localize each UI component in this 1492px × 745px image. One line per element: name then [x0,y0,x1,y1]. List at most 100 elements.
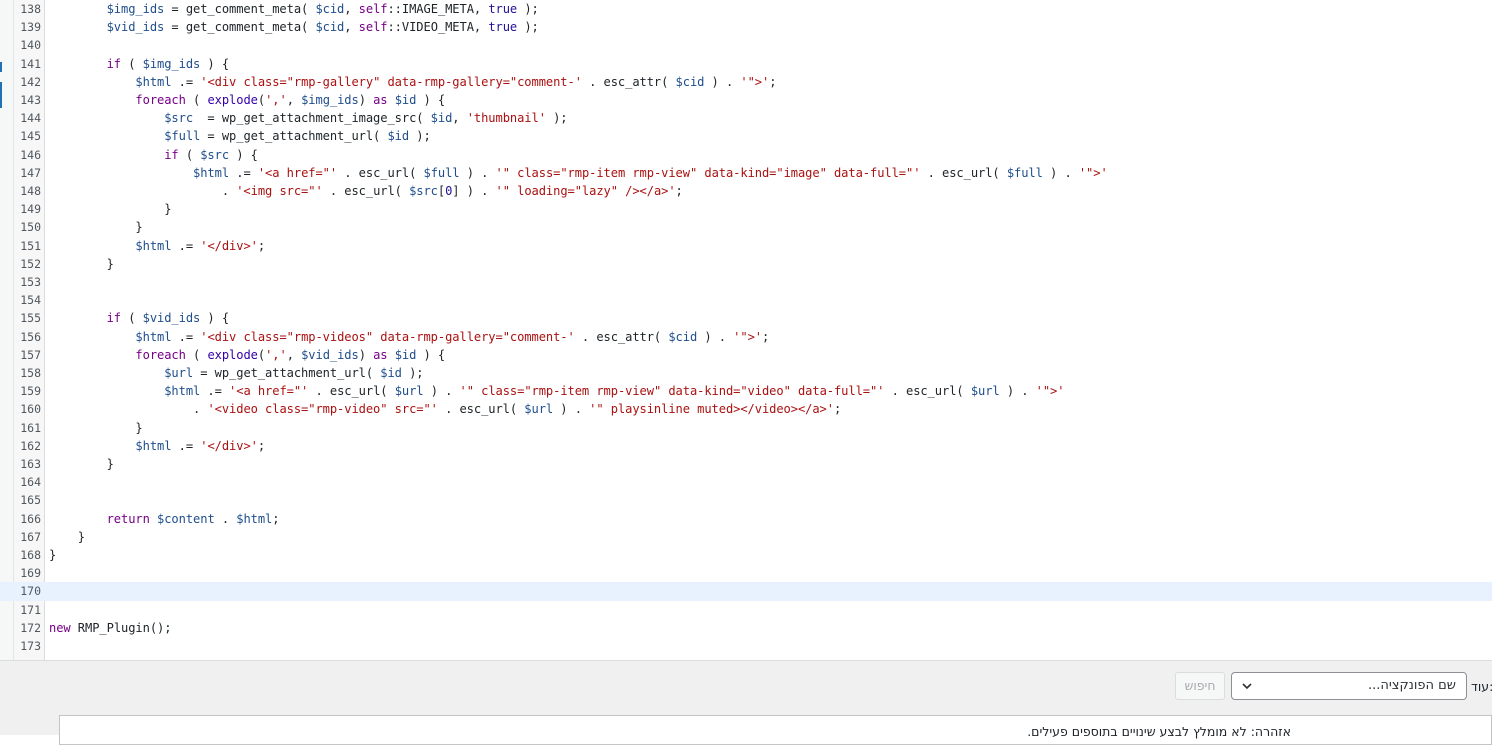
code-line[interactable]: 166 return $content . $html; [0,510,1492,528]
code-line[interactable]: 159 $html .= '<a href="' . esc_url( $url… [0,382,1492,400]
line-number: 139 [20,20,41,35]
code-text: $html .= '<div class="rmp-videos" data-r… [49,328,769,346]
code-token: ) { [200,56,230,71]
code-token: ( [185,347,208,362]
code-line[interactable]: 157 foreach ( explode(',', $vid_ids) as … [0,346,1492,364]
code-token: .= [171,238,201,253]
code-line[interactable]: 141 if ( $img_ids ) { [0,55,1492,73]
code-line[interactable]: 161 } [0,419,1492,437]
code-token: $cid [315,20,345,35]
code-token: $vid_ids [301,347,359,362]
code-token: ; [675,184,683,198]
warning-notice: אזהרה: לא מומלץ לבצע שינויים בתוספים פעי… [59,715,1492,745]
code-line[interactable]: 155 if ( $vid_ids ) { [0,309,1492,327]
code-line[interactable]: 154 [0,291,1492,309]
code-token: $src [164,111,194,126]
code-line[interactable]: 147 $html .= '<a href="' . esc_url( $ful… [0,164,1492,182]
code-token: ( [178,147,201,162]
code-line[interactable]: 139 $vid_ids = get_comment_meta( $cid, s… [0,18,1492,36]
code-text: $html .= '</div>'; [49,237,265,255]
code-line[interactable]: 148 . '<img src="' . esc_url( $src[0] ) … [0,182,1492,200]
code-token: } [49,548,57,562]
line-number: 165 [20,493,41,508]
code-line[interactable]: 162 $html .= '</div>'; [0,437,1492,455]
code-token: . esc_url( [920,165,1007,180]
code-line[interactable]: 142 $html .= '<div class="rmp-gallery" d… [0,73,1492,91]
line-number: 161 [20,420,41,435]
code-line[interactable]: 165 [0,491,1492,509]
code-text: } [49,255,114,273]
code-line[interactable]: 160 . '<video class="rmp-video" src="' .… [0,400,1492,418]
code-token: ) . [553,402,590,417]
code-text: if ( $vid_ids ) { [49,309,230,327]
code-line[interactable]: 163 } [0,455,1492,473]
code-token: '</div>' [200,438,258,453]
code-text: } [49,419,142,437]
code-token: $full [423,165,460,180]
code-token: , [344,20,359,35]
code-token: $id [394,93,417,107]
code-token: $url [164,366,194,380]
code-line[interactable]: 168} [0,546,1492,564]
code-token: as [373,347,388,362]
code-line[interactable]: 158 $url = wp_get_attachment_url( $id ); [0,364,1492,382]
code-line[interactable]: 151 $html .= '</div>'; [0,237,1492,255]
code-line[interactable]: 149 } [0,200,1492,218]
code-line[interactable]: 170 [0,582,1492,601]
code-line[interactable]: 164 [0,473,1492,491]
line-number: 171 [20,602,41,617]
code-token: . esc_url( [322,184,410,198]
code-token: self [358,2,388,16]
code-line[interactable]: 145 $full = wp_get_attachment_url( $id )… [0,127,1492,145]
line-number: 150 [20,220,41,235]
code-line[interactable]: 167 } [0,528,1492,546]
code-token: '<a href="' [257,165,338,180]
function-name-select[interactable]: שם הפונקציה... [1231,672,1467,700]
code-editor[interactable]: 138 $img_ids = get_comment_meta( $cid, s… [0,0,1492,660]
code-line[interactable]: 152 } [0,255,1492,273]
code-token: = get_comment_meta( [164,20,316,35]
code-token: explode [207,347,258,362]
code-token: true [488,2,518,16]
code-token: ); [545,111,568,126]
code-line[interactable]: 143 foreach ( explode(',', $img_ids) as … [0,91,1492,109]
code-line[interactable]: 153 [0,273,1492,291]
code-token: . esc_url( [884,384,971,399]
code-text: } [49,200,171,218]
code-token: $id [430,111,453,126]
line-number: 142 [20,74,41,89]
code-line[interactable]: 172 new RMP_Plugin(); [0,619,1492,637]
code-line[interactable]: 173 [0,637,1492,655]
code-line[interactable]: 140 [0,36,1492,54]
line-number: 162 [20,438,41,453]
line-number: 170 [20,584,41,599]
code-text: $vid_ids = get_comment_meta( $cid, self:… [49,18,539,36]
code-token: 'thumbnail' [466,111,546,126]
code-line[interactable]: 146 if ( $src ) { [0,146,1492,164]
search-button[interactable]: חיפוש [1175,672,1225,700]
code-text: $html .= '</div>'; [49,437,265,455]
code-token: .= [171,438,201,453]
code-token: ) { [416,347,446,362]
code-line[interactable]: 156 $html .= '<div class="rmp-videos" da… [0,328,1492,346]
code-token: = wp_get_attachment_image_src( [193,111,431,126]
code-token: $cid [668,329,698,344]
code-line[interactable]: 171 [0,601,1492,619]
code-token: . esc_attr( [581,74,676,89]
code-line[interactable]: 144 $src = wp_get_attachment_image_src( … [0,109,1492,127]
code-token: , [286,347,302,362]
code-token: } [49,457,114,471]
code-line[interactable]: 169 [0,564,1492,582]
code-token: true [488,20,518,35]
code-line[interactable]: 150 } [0,218,1492,236]
warning-text: אזהרה: לא מומלץ לבצע שינויים בתוספים פעי… [1027,724,1291,739]
code-line[interactable]: 138 $img_ids = get_comment_meta( $cid, s… [0,0,1492,18]
code-token: ) . [423,384,460,399]
code-token: , [286,93,302,107]
code-token: $src [200,147,230,162]
